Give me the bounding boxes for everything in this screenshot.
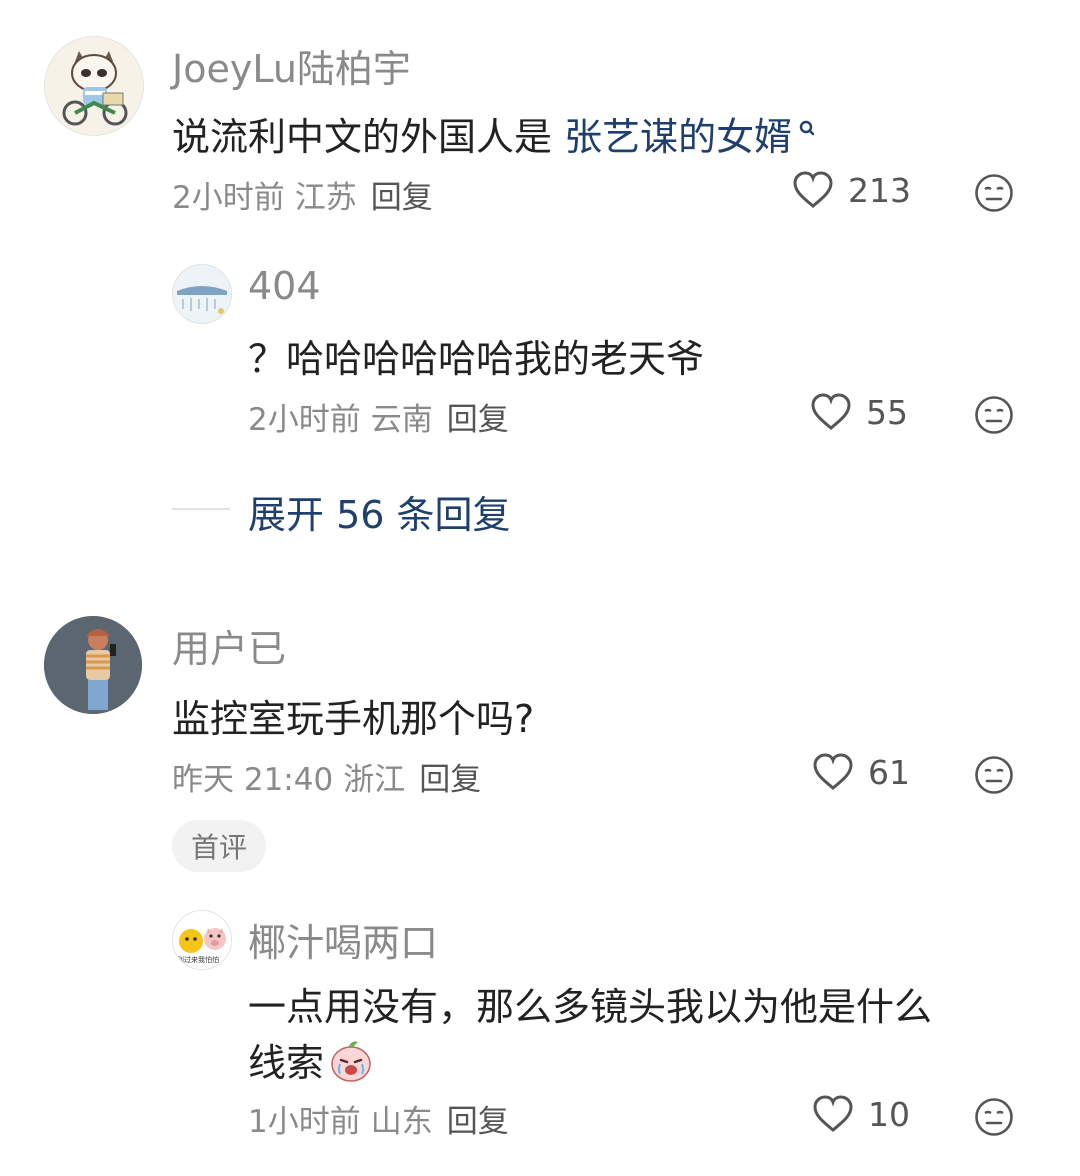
reply-time: 1小时前 — [248, 1104, 361, 1140]
reply-button[interactable]: 回复 — [447, 1104, 509, 1140]
comment-author[interactable]: 用户已 — [172, 618, 286, 673]
crying-peach-emoji — [328, 1038, 374, 1093]
reply-meta: 2小时前 云南 回复 — [248, 394, 509, 439]
avatar[interactable]: 别过来我怕怕 — [172, 910, 232, 970]
reply-location: 云南 — [370, 402, 433, 438]
heart-outline-icon — [811, 393, 851, 430]
like-button[interactable]: 10 — [812, 1094, 910, 1134]
first-comment-badge: 首评 — [172, 820, 266, 872]
comment-time: 昨天 21:40 — [172, 762, 334, 798]
reply-meta: 1小时前 山东 回复 — [248, 1096, 509, 1141]
reply-time: 2小时前 — [248, 402, 361, 438]
heart-outline-icon — [793, 171, 833, 208]
reply-text-line-1: 一点用没有，那么多镜头我以为他是什么 — [248, 985, 933, 1029]
search-icon[interactable] — [798, 106, 816, 150]
neutral-face-icon[interactable] — [974, 755, 1014, 799]
reply-text-line-2: 线索 — [248, 1032, 374, 1093]
reply-location: 山东 — [370, 1104, 433, 1140]
reply-button[interactable]: 回复 — [447, 402, 509, 438]
like-button[interactable]: 213 — [792, 170, 911, 210]
avatar-caption: 别过来我怕怕 — [177, 956, 219, 964]
like-count: 55 — [866, 392, 908, 432]
like-count: 61 — [868, 752, 910, 792]
neutral-face-icon[interactable] — [974, 1097, 1014, 1141]
expand-divider — [172, 508, 230, 510]
comment-text: 监控室玩手机那个吗? — [172, 697, 535, 741]
neutral-face-icon[interactable] — [974, 395, 1014, 439]
reply-button[interactable]: 回复 — [419, 762, 481, 798]
avatar[interactable] — [172, 264, 232, 324]
expand-replies-button[interactable]: 展开 56 条回复 — [248, 484, 511, 539]
like-count: 10 — [868, 1094, 910, 1134]
neutral-face-icon[interactable] — [974, 173, 1014, 217]
reply-author[interactable]: 404 — [248, 264, 321, 308]
comment-meta: 昨天 21:40 浙江 回复 — [172, 754, 481, 799]
like-button[interactable]: 61 — [812, 752, 910, 792]
comment-text: 说流利中文的外国人是 张艺谋的女婿 — [172, 106, 816, 161]
like-button[interactable]: 55 — [810, 392, 908, 432]
comment-text-prefix: 说流利中文的外国人是 — [172, 115, 565, 159]
like-count: 213 — [848, 170, 911, 210]
heart-outline-icon — [813, 753, 853, 790]
search-link[interactable]: 张艺谋的女婿 — [564, 115, 792, 159]
reply-text: ？哈哈哈哈哈哈我的老天爷 — [248, 337, 705, 381]
reply-text-tail: 线索 — [248, 1041, 325, 1085]
heart-outline-icon — [813, 1095, 853, 1132]
comment-time: 2小时前 — [172, 180, 285, 216]
reply-author[interactable]: 椰汁喝两口 — [248, 912, 438, 967]
comment-location: 浙江 — [343, 762, 406, 798]
comment-location: 江苏 — [294, 180, 357, 216]
comment-author[interactable]: JoeyLu陆柏宇 — [172, 38, 411, 93]
comment-meta: 2小时前 江苏 回复 — [172, 172, 433, 217]
avatar[interactable] — [44, 616, 142, 714]
reply-button[interactable]: 回复 — [371, 180, 433, 216]
avatar[interactable] — [44, 36, 144, 136]
